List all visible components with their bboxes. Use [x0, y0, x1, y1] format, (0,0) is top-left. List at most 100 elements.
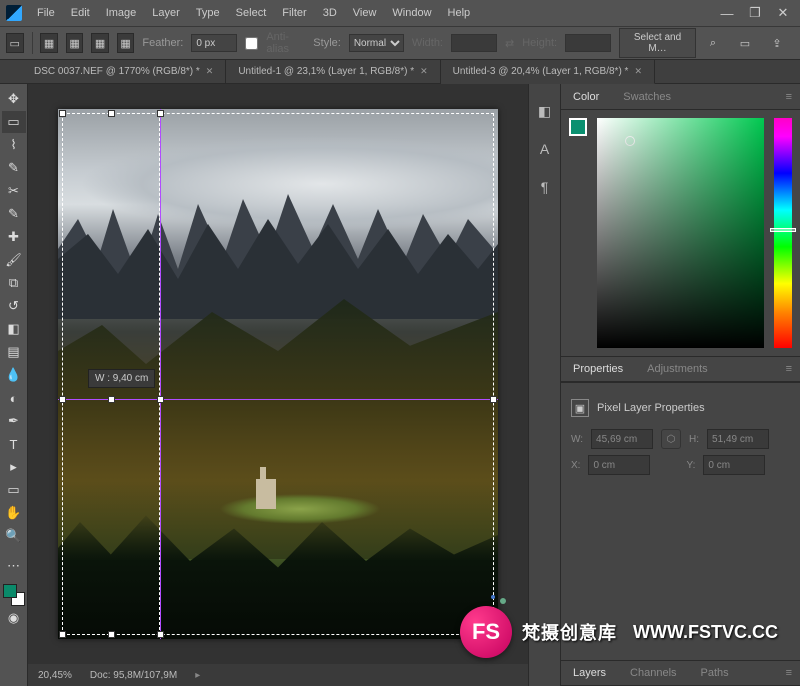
- prop-y-input[interactable]: [703, 455, 765, 475]
- foreground-color[interactable]: [569, 118, 591, 140]
- healing-tool[interactable]: ✚: [2, 226, 26, 248]
- link-wh-icon[interactable]: ⬡: [661, 429, 681, 449]
- menu-window[interactable]: Window: [385, 3, 438, 23]
- tool-preset-icon[interactable]: ▭: [6, 33, 24, 53]
- height-input: [565, 34, 611, 52]
- hand-tool[interactable]: ✋: [2, 502, 26, 524]
- menu-select[interactable]: Select: [229, 3, 274, 23]
- stamp-tool[interactable]: ⧉: [2, 272, 26, 294]
- eraser-tool[interactable]: ◧: [2, 318, 26, 340]
- workspace-icon[interactable]: ▭: [736, 34, 754, 52]
- panel-icon-3[interactable]: ¶: [536, 178, 554, 196]
- prop-x-label: X:: [571, 460, 580, 471]
- menu-file[interactable]: File: [30, 3, 62, 23]
- type-tool[interactable]: T: [2, 433, 26, 455]
- tab-adjustments[interactable]: Adjustments: [635, 357, 720, 381]
- prop-y-label: Y:: [686, 460, 695, 471]
- panel-menu-icon[interactable]: ≡: [778, 357, 800, 381]
- dodge-tool[interactable]: ◐: [2, 387, 26, 409]
- color-swatch[interactable]: [3, 584, 25, 606]
- menu-3d[interactable]: 3D: [316, 3, 344, 23]
- guide-vertical[interactable]: [160, 109, 161, 639]
- share-icon[interactable]: ⇪: [768, 34, 786, 52]
- minimize-button[interactable]: —: [720, 6, 734, 20]
- main-menu: File Edit Image Layer Type Select Filter…: [30, 3, 720, 23]
- handle-ml[interactable]: [59, 396, 66, 403]
- new-selection-icon[interactable]: ▦: [40, 33, 58, 53]
- handle-mr[interactable]: [157, 396, 164, 403]
- document-tabs: DSC 0037.NEF @ 1770% (RGB/8*) *✕ Untitle…: [0, 60, 800, 84]
- tab-channels[interactable]: Channels: [618, 661, 688, 685]
- close-icon[interactable]: ✕: [634, 66, 642, 77]
- pen-tool[interactable]: ✒: [2, 410, 26, 432]
- maximize-button[interactable]: ❐: [748, 6, 762, 20]
- handle-bl[interactable]: [59, 631, 66, 638]
- subtract-selection-icon[interactable]: ▦: [91, 33, 109, 53]
- tab-0[interactable]: DSC 0037.NEF @ 1770% (RGB/8*) *✕: [22, 60, 226, 83]
- handle-tl[interactable]: [59, 110, 66, 117]
- panel-icon-2[interactable]: A: [536, 140, 554, 158]
- color-picker-field[interactable]: [597, 118, 764, 348]
- document-canvas[interactable]: W : 9,40 cm: [58, 109, 498, 639]
- picker-cursor-icon[interactable]: [625, 136, 635, 146]
- close-icon[interactable]: ✕: [206, 66, 214, 77]
- handle-outer-mr[interactable]: [490, 396, 497, 403]
- tab-layers[interactable]: Layers: [561, 661, 618, 685]
- panel-menu-icon[interactable]: ≡: [778, 661, 800, 685]
- menu-edit[interactable]: Edit: [64, 3, 97, 23]
- tab-2[interactable]: Untitled-3 @ 20,4% (Layer 1, RGB/8*) *✕: [441, 60, 655, 84]
- quick-mask-icon[interactable]: ◉: [2, 607, 26, 629]
- feather-input[interactable]: [191, 34, 237, 52]
- prop-x-input[interactable]: [588, 455, 650, 475]
- prop-w-input[interactable]: [591, 429, 653, 449]
- zoom-tool[interactable]: 🔍: [2, 525, 26, 547]
- marquee-tool[interactable]: ▭: [2, 111, 26, 133]
- menu-view[interactable]: View: [346, 3, 384, 23]
- tab-swatches[interactable]: Swatches: [611, 85, 683, 109]
- menu-filter[interactable]: Filter: [275, 3, 313, 23]
- panel-menu-icon[interactable]: ≡: [778, 85, 800, 109]
- handle-br[interactable]: [157, 631, 164, 638]
- hue-handle[interactable]: [770, 228, 796, 232]
- handle-tr[interactable]: [157, 110, 164, 117]
- menu-layer[interactable]: Layer: [145, 3, 187, 23]
- prop-h-input[interactable]: [707, 429, 769, 449]
- handle-mc[interactable]: [108, 396, 115, 403]
- tab-color[interactable]: Color: [561, 85, 611, 109]
- style-select[interactable]: Normal: [349, 34, 404, 52]
- close-button[interactable]: ✕: [776, 6, 790, 20]
- quick-select-tool[interactable]: ✎: [2, 157, 26, 179]
- eyedropper-tool[interactable]: ✎: [2, 203, 26, 225]
- height-label: Height:: [522, 37, 557, 49]
- add-selection-icon[interactable]: ▦: [66, 33, 84, 53]
- tab-paths[interactable]: Paths: [689, 661, 741, 685]
- tab-properties[interactable]: Properties: [561, 357, 635, 381]
- status-arrow-icon[interactable]: ▸: [195, 670, 200, 681]
- handle-tm[interactable]: [108, 110, 115, 117]
- path-select-tool[interactable]: ▸: [2, 456, 26, 478]
- handle-bm[interactable]: [108, 631, 115, 638]
- select-and-mask-button[interactable]: Select and M…: [619, 28, 696, 58]
- menu-type[interactable]: Type: [189, 3, 227, 23]
- app-logo: [6, 5, 22, 21]
- menu-help[interactable]: Help: [441, 3, 478, 23]
- panel-icon-1[interactable]: ◧: [536, 102, 554, 120]
- zoom-level[interactable]: 20,45%: [38, 670, 72, 681]
- shape-tool[interactable]: ▭: [2, 479, 26, 501]
- history-brush-tool[interactable]: ↺: [2, 295, 26, 317]
- tab-1[interactable]: Untitled-1 @ 23,1% (Layer 1, RGB/8*) *✕: [226, 60, 440, 83]
- gradient-tool[interactable]: ▤: [2, 341, 26, 363]
- crop-tool[interactable]: ✂: [2, 180, 26, 202]
- move-tool[interactable]: ✥: [2, 88, 26, 110]
- search-icon[interactable]: ⌕: [704, 34, 722, 52]
- collapsed-panels: ◧ A ¶: [528, 84, 560, 686]
- intersect-selection-icon[interactable]: ▦: [117, 33, 135, 53]
- anti-alias-checkbox[interactable]: [245, 37, 258, 50]
- edit-toolbar-icon[interactable]: ⋯: [2, 555, 26, 577]
- blur-tool[interactable]: 💧: [2, 364, 26, 386]
- hue-slider[interactable]: [774, 118, 792, 348]
- brush-tool[interactable]: 🖌: [2, 249, 26, 271]
- menu-image[interactable]: Image: [99, 3, 144, 23]
- close-icon[interactable]: ✕: [420, 66, 428, 77]
- lasso-tool[interactable]: ⌇: [2, 134, 26, 156]
